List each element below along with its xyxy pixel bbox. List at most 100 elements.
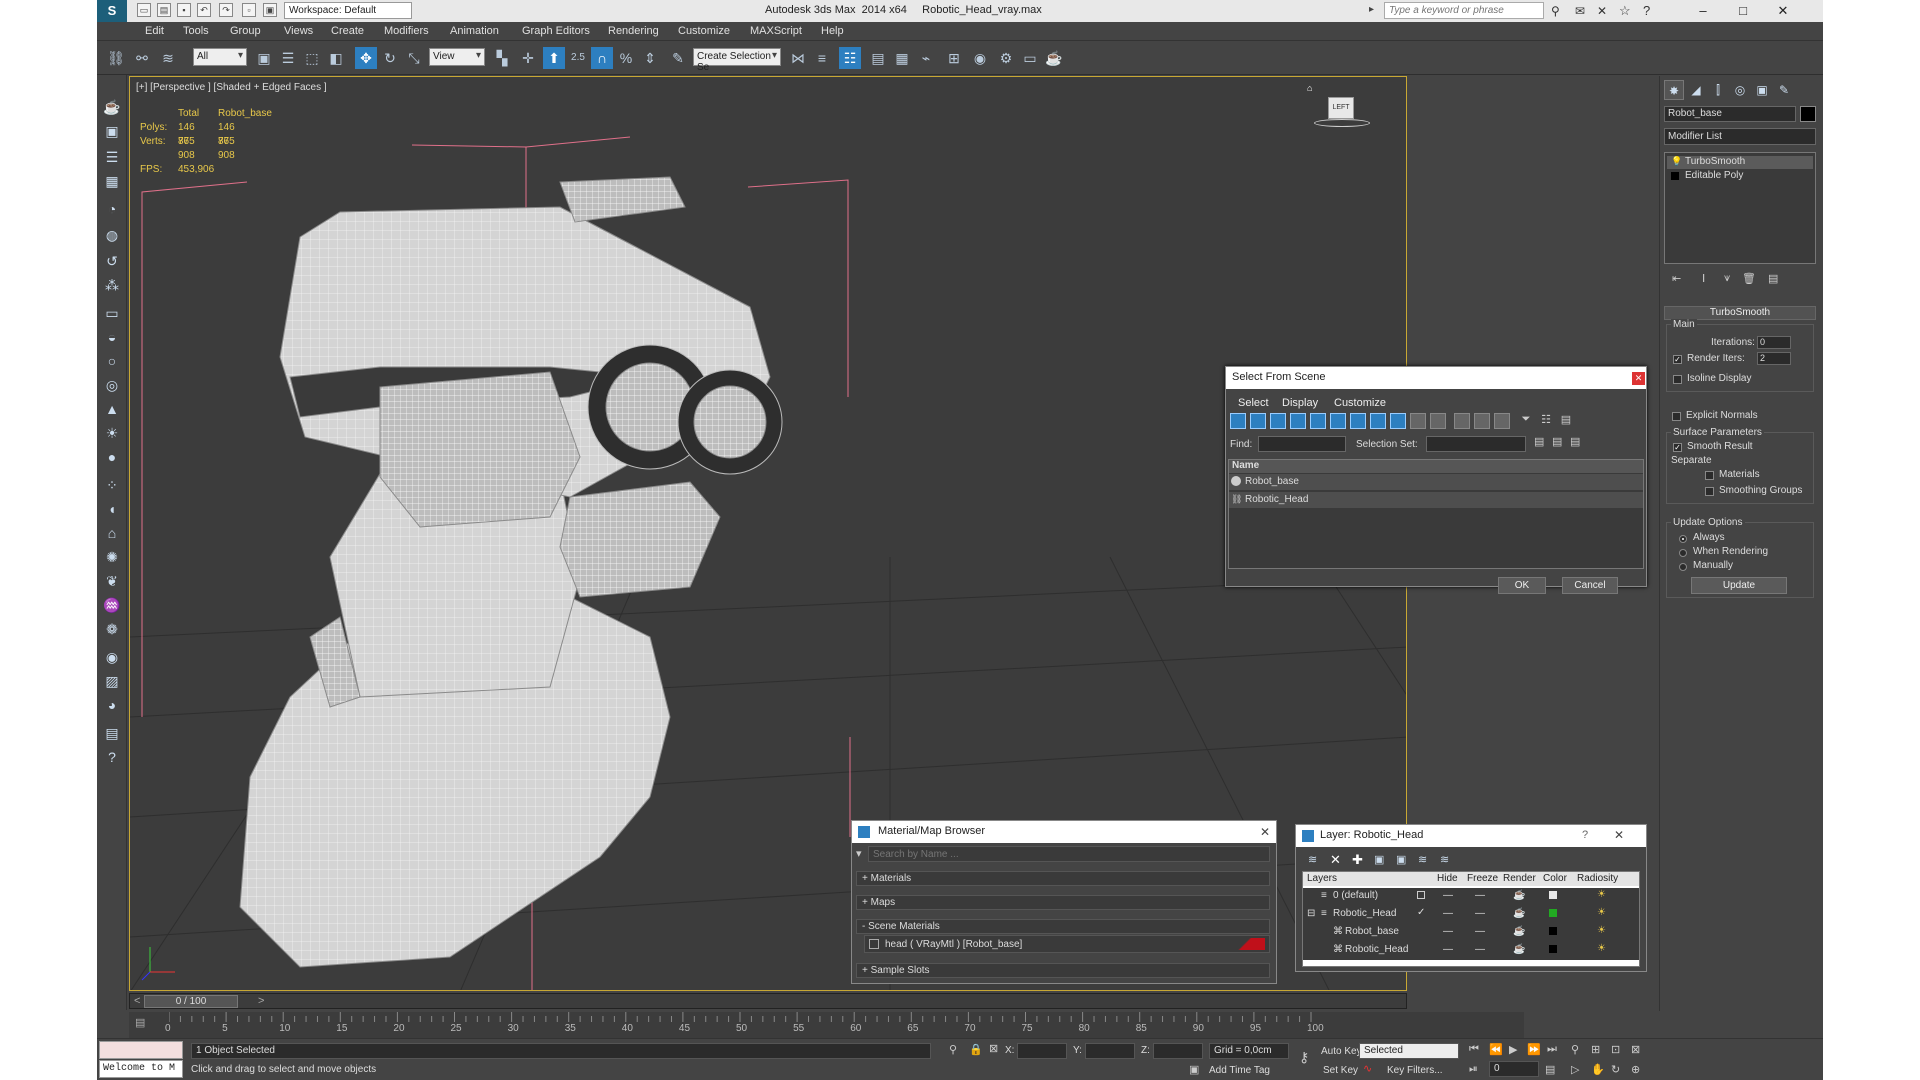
key-mode-icon[interactable]: ⏯ (1469, 1063, 1478, 1076)
open-file-icon[interactable]: ▤ (157, 3, 171, 17)
zoom-all-icon[interactable]: ⊞ (1591, 1043, 1600, 1056)
undo-arrow-icon[interactable]: ↺ (101, 251, 123, 271)
menu-create[interactable]: Create (331, 25, 364, 37)
motion-tab-icon[interactable]: ◎ (1730, 80, 1750, 100)
close-window-button[interactable]: ✕ (1763, 0, 1803, 22)
add-to-layer-icon[interactable]: ✚ (1352, 852, 1363, 868)
teapot-icon[interactable]: ☕ (101, 97, 123, 117)
name-column-header[interactable]: Name (1229, 460, 1643, 473)
mini-curve-editor-icon[interactable]: ▤ (135, 1016, 145, 1029)
curve-editor-icon[interactable]: ⌁ (915, 47, 937, 69)
absolute-mode-icon[interactable]: ⊠ (989, 1042, 998, 1055)
find-input[interactable] (1258, 436, 1346, 452)
exchange-icon[interactable]: ✕ (1597, 4, 1607, 18)
hair-icon[interactable]: ♒ (101, 595, 123, 615)
browser-title[interactable]: Material/Map Browser (852, 821, 1276, 843)
current-layer-checkbox[interactable] (1417, 891, 1425, 899)
render-setup-icon[interactable]: ⚙ (995, 47, 1017, 69)
key-icon[interactable]: ⚷ (1299, 1049, 1309, 1066)
workspace-dropdown[interactable]: Workspace: Default (284, 2, 412, 19)
lock-icon[interactable]: 🔒 (969, 1043, 983, 1056)
prev-frame-icon[interactable]: < (134, 995, 140, 1007)
layer-color-swatch[interactable] (1549, 945, 1557, 953)
next-key-icon[interactable]: ⏩ (1527, 1043, 1541, 1056)
cylinder-icon[interactable]: ◒ (101, 327, 123, 347)
search-by-name-input[interactable] (868, 846, 1270, 862)
zoom-extents-all-icon[interactable]: ⊠ (1631, 1043, 1640, 1056)
freeze-toggle[interactable]: — (1475, 890, 1485, 901)
customize-menu[interactable]: Customize (1334, 397, 1386, 409)
camera-filter-icon[interactable] (1290, 413, 1306, 429)
time-slider[interactable]: < 0 / 100 > (129, 993, 1407, 1009)
render-sphere-icon[interactable]: ◕ (101, 695, 123, 715)
list-item[interactable]: Robot_base (1229, 474, 1643, 490)
list-icon[interactable]: ☰ (101, 147, 123, 167)
set-key-button[interactable]: Set Key (1323, 1065, 1358, 1076)
list-item[interactable]: ⛓ Robotic_Head (1229, 492, 1643, 508)
rect-selection-icon[interactable]: ⬚ (301, 47, 323, 69)
undo-icon[interactable]: ↶ (197, 3, 211, 17)
isolate-icon[interactable]: ⚲ (949, 1043, 957, 1056)
zoom-extents-icon[interactable]: ⊡ (1611, 1043, 1620, 1056)
create-set-icon[interactable]: ▤ (1534, 435, 1544, 448)
menu-tools[interactable]: Tools (183, 25, 209, 37)
display-tab-icon[interactable]: ▣ (1752, 80, 1772, 100)
prev-key-icon[interactable]: ⏪ (1489, 1043, 1503, 1056)
hide-toggle[interactable]: — (1443, 890, 1453, 901)
edit-named-sets-icon[interactable]: ✎ (667, 47, 689, 69)
bind-space-warp-icon[interactable]: ≋ (157, 47, 179, 69)
render-production-icon[interactable]: ☕ (1043, 47, 1065, 69)
configure-sets-icon[interactable]: ▤ (1768, 272, 1778, 285)
time-config-icon[interactable]: ▤ (1545, 1063, 1555, 1076)
ok-button[interactable]: OK (1498, 577, 1546, 594)
scene-material-item[interactable]: head ( VRayMtl ) [Robot_base] (864, 935, 1270, 953)
window-crossing-icon[interactable]: ◧ (325, 47, 347, 69)
percent-snap-icon[interactable]: % (615, 47, 637, 69)
layer-color-swatch[interactable] (1549, 891, 1557, 899)
container-filter-icon[interactable] (1410, 413, 1426, 429)
render-iters-checkbox[interactable]: ✓ (1673, 355, 1682, 364)
helper-icon[interactable]: ▤ (101, 723, 123, 743)
col-hide[interactable]: Hide (1437, 873, 1458, 884)
cloth-icon[interactable]: ❁ (101, 619, 123, 639)
auto-key-button[interactable]: Auto Key (1321, 1046, 1362, 1057)
sphere-icon[interactable]: ○ (101, 351, 123, 371)
teapot-icon[interactable]: ☕ (1513, 926, 1525, 937)
material-editor-icon[interactable]: ◉ (969, 47, 991, 69)
filter-options-icon[interactable]: ☷ (1538, 413, 1554, 429)
col-color[interactable]: Color (1543, 873, 1567, 884)
browser-options-icon[interactable]: ▾ (856, 847, 864, 860)
save-file-icon[interactable]: ▪ (177, 3, 191, 17)
viewcube-face[interactable]: LEFT (1328, 97, 1354, 119)
helper-filter-icon[interactable] (1310, 413, 1326, 429)
menu-group[interactable]: Group (230, 25, 261, 37)
close-icon[interactable]: ✕ (1632, 372, 1645, 385)
table-row[interactable]: ⌘ Robot_base — — ☕ ☀ (1303, 924, 1639, 942)
col-render[interactable]: Render (1503, 873, 1536, 884)
communication-icon[interactable]: ✉ (1575, 4, 1585, 18)
select-object-icon[interactable]: ▣ (253, 47, 275, 69)
add-to-set-icon[interactable]: ▤ (1552, 435, 1562, 448)
pan-icon[interactable]: ✋ (1591, 1063, 1605, 1076)
update-button[interactable]: Update (1691, 577, 1787, 594)
close-icon[interactable]: ✕ (1260, 825, 1270, 839)
keyboard-shortcut-override-icon[interactable]: ⬆ (543, 47, 565, 69)
viewcube[interactable]: ⌂ LEFT (1307, 77, 1370, 129)
radiosity-icon[interactable]: ☀ (1597, 907, 1606, 918)
play-icon[interactable]: ▶ (1509, 1043, 1517, 1056)
menu-rendering[interactable]: Rendering (608, 25, 659, 37)
freeze-toggle[interactable]: — (1475, 944, 1485, 955)
make-unique-icon[interactable]: ⩛ (1724, 272, 1730, 285)
col-freeze[interactable]: Freeze (1467, 873, 1498, 884)
key-filters-button[interactable]: Key Filters... (1387, 1065, 1443, 1076)
object-color-swatch[interactable] (1800, 106, 1816, 122)
help-search-input[interactable] (1384, 2, 1544, 19)
remove-from-set-icon[interactable]: ▤ (1570, 435, 1580, 448)
light-filter-icon[interactable] (1270, 413, 1286, 429)
layer-manager-icon[interactable]: ▤ (867, 47, 889, 69)
add-time-tag[interactable]: Add Time Tag (1209, 1065, 1270, 1076)
modify-tab-icon[interactable]: ◢ (1686, 80, 1706, 100)
layer-dialog-title[interactable]: Layer: Robotic_Head (1296, 825, 1646, 847)
app-logo-icon[interactable]: S (97, 0, 127, 22)
key-mode-dropdown[interactable]: Selected (1359, 1043, 1459, 1059)
